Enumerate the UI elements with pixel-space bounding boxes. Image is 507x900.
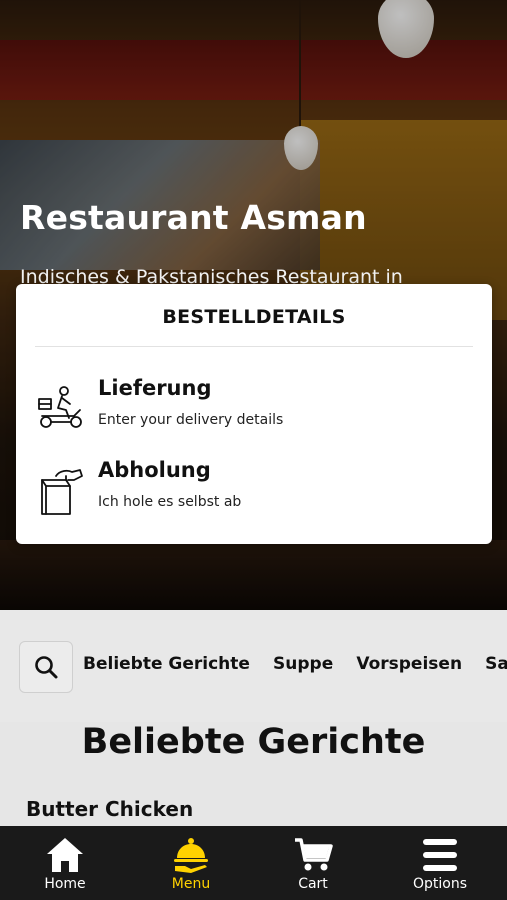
search-icon (35, 656, 58, 679)
cart-icon (295, 838, 333, 871)
hamburger-icon (423, 839, 457, 871)
delivery-scooter-icon (38, 386, 82, 428)
restaurant-name: Restaurant Asman (20, 198, 367, 237)
bottom-nav: Home Menu Cart Options (0, 826, 507, 900)
nav-menu-label: Menu (171, 876, 211, 892)
delivery-option[interactable]: Lieferung Enter your delivery details (36, 376, 476, 440)
order-details-modal: BESTELLDETAILS Lieferung Enter your deli… (16, 284, 492, 544)
category-tabs: Beliebte Gerichte Suppe Vorspeisen Sa (83, 654, 507, 674)
pickup-option[interactable]: Abholung Ich hole es selbst ab (36, 458, 476, 522)
modal-divider (35, 346, 473, 347)
tab-next-truncated[interactable]: Sa (485, 654, 507, 674)
menu-item-title[interactable]: Butter Chicken (26, 797, 193, 821)
tab-beliebte-gerichte[interactable]: Beliebte Gerichte (83, 654, 250, 674)
tab-suppe[interactable]: Suppe (273, 654, 333, 674)
nav-home-label: Home (44, 876, 86, 892)
pickup-label: Abholung (98, 458, 211, 482)
section-title: Beliebte Gerichte (81, 722, 426, 762)
category-bar: Beliebte Gerichte Suppe Vorspeisen Sa (0, 610, 507, 722)
modal-title: BESTELLDETAILS (162, 306, 346, 328)
tab-vorspeisen[interactable]: Vorspeisen (356, 654, 462, 674)
nav-home[interactable]: Home (15, 826, 115, 900)
search-button[interactable] (19, 641, 73, 693)
delivery-description: Enter your delivery details (98, 412, 284, 428)
nav-options[interactable]: Options (390, 826, 490, 900)
menu-cloche-icon (174, 838, 208, 873)
nav-options-label: Options (412, 876, 468, 892)
home-icon (47, 838, 83, 872)
nav-cart-label: Cart (298, 876, 328, 892)
nav-cart[interactable]: Cart (263, 826, 363, 900)
pickup-bag-icon (41, 469, 83, 515)
pickup-description: Ich hole es selbst ab (98, 494, 242, 510)
delivery-label: Lieferung (98, 376, 212, 400)
nav-menu[interactable]: Menu (141, 826, 241, 900)
